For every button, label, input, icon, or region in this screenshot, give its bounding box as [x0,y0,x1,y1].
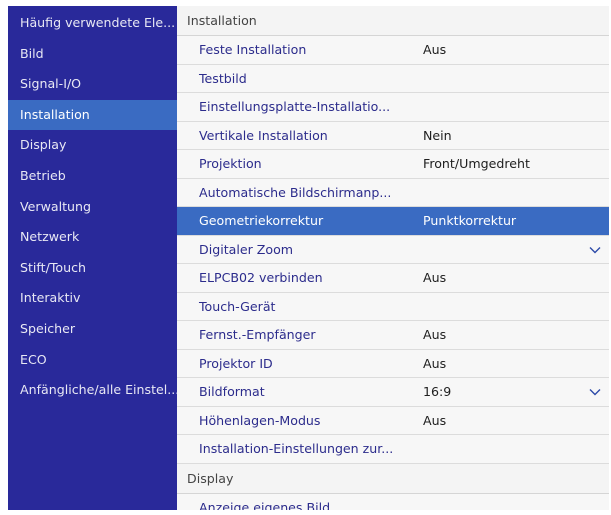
sidebar-item-netzwerk[interactable]: Netzwerk [8,222,177,253]
row-digitaler-zoom[interactable]: Digitaler Zoom [177,235,609,264]
row-testbild[interactable]: Testbild [177,64,609,93]
row-value: Nein [423,127,452,143]
sidebar-item-betrieb[interactable]: Betrieb [8,161,177,192]
row-automatische-bildschirmanpassung[interactable]: Automatische Bildschirmanp... [177,178,609,207]
row-label: Geometriekorrektur [199,213,324,228]
row-value: Aus [423,327,447,342]
row-geometriekorrektur[interactable]: Geometriekorrektur Punktkorrektur [177,207,609,236]
row-value: Punktkorrektur [423,213,517,228]
chevron-down-icon[interactable] [589,245,601,255]
row-label: Touch-Gerät [199,298,276,314]
row-projektion[interactable]: Projektion Front/Umgedreht [177,150,609,179]
row-value: Aus [423,42,447,57]
sidebar-item-eco[interactable]: ECO [8,345,177,376]
row-bildformat[interactable]: Bildformat 16:9 [177,378,609,407]
sidebar-item-installation[interactable]: Installation [8,99,177,131]
row-label: Vertikale Installation [199,127,328,143]
row-label: ELPCB02 verbinden [199,270,323,285]
row-label: Einstellungsplatte-Installatio... [199,99,391,114]
row-value: 16:9 [423,384,452,399]
sidebar: Häufig verwendete Ele... Bild Signal-I/O… [8,6,177,510]
sidebar-item-interaktiv[interactable]: Interaktiv [8,283,177,314]
chevron-down-icon[interactable] [589,387,601,397]
row-value: Aus [423,270,447,285]
row-label: Feste Installation [199,42,307,57]
settings-panel: Installation Feste Installation Aus Test… [177,6,609,510]
row-value: Front/Umgedreht [423,156,530,171]
row-label: Projektor ID [199,355,273,371]
row-label: Projektion [199,156,262,171]
row-label: Automatische Bildschirmanp... [199,184,392,200]
row-einstellungsplatte[interactable]: Einstellungsplatte-Installatio... [177,93,609,122]
sidebar-item-speicher[interactable]: Speicher [8,314,177,345]
row-value: Aus [423,355,447,371]
row-label: Digitaler Zoom [199,241,294,257]
row-fernst-empfaenger[interactable]: Fernst.-Empfänger Aus [177,321,609,350]
row-value: Aus [423,412,447,428]
sidebar-item-initial-settings[interactable]: Anfängliche/alle Einstel... [8,375,177,406]
row-label: Höhenlagen-Modus [199,412,321,428]
row-elpcb02-verbinden[interactable]: ELPCB02 verbinden Aus [177,264,609,293]
row-hoehenlagen-modus[interactable]: Höhenlagen-Modus Aus [177,406,609,435]
projector-menu: Häufig verwendete Ele... Bild Signal-I/O… [8,6,609,510]
sidebar-item-favorites[interactable]: Häufig verwendete Ele... [8,8,177,39]
row-label: Fernst.-Empfänger [199,327,316,342]
sidebar-item-stift-touch[interactable]: Stift/Touch [8,253,177,284]
sidebar-item-signal-io[interactable]: Signal-I/O [8,69,177,100]
sidebar-item-verwaltung[interactable]: Verwaltung [8,192,177,223]
row-vertikale-installation[interactable]: Vertikale Installation Nein [177,121,609,150]
row-projektor-id[interactable]: Projektor ID Aus [177,349,609,378]
sidebar-item-display[interactable]: Display [8,130,177,161]
row-label: Anzeige eigenes Bild [199,499,331,511]
row-label: Installation-Einstellungen zur... [199,441,394,456]
row-anzeige-eigenes-bild[interactable]: Anzeige eigenes Bild [177,493,609,511]
row-touch-geraet[interactable]: Touch-Gerät [177,292,609,321]
sidebar-item-bild[interactable]: Bild [8,39,177,70]
section-header-installation: Installation [177,6,609,36]
row-label: Bildformat [199,384,265,399]
row-feste-installation[interactable]: Feste Installation Aus [177,36,609,65]
row-label: Testbild [199,70,247,86]
section-header-display: Display [177,463,609,494]
row-installation-einstellungen-zuruecksetzen[interactable]: Installation-Einstellungen zur... [177,435,609,464]
